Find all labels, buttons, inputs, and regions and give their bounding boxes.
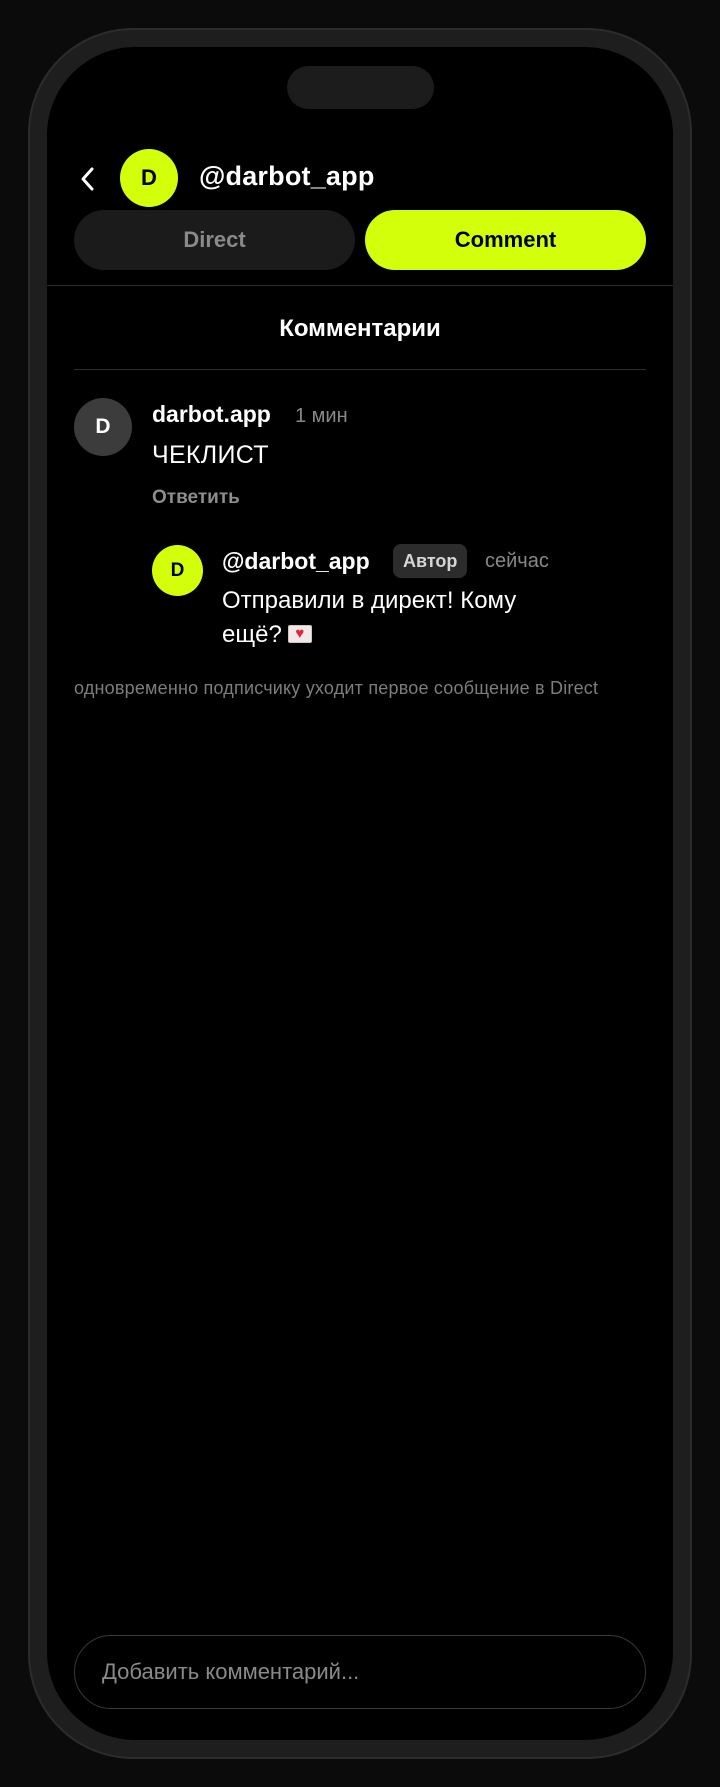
- profile-avatar[interactable]: D: [120, 149, 178, 207]
- reply-button[interactable]: Ответить: [152, 487, 240, 509]
- header-divider: [47, 285, 673, 286]
- phone-screen: D @darbot_app Direct Comment Комментарии…: [47, 47, 673, 1740]
- section-divider: [74, 369, 646, 370]
- chevron-left-icon: [81, 167, 94, 191]
- dynamic-island: [287, 66, 434, 109]
- comment-author[interactable]: darbot.app: [152, 401, 271, 428]
- mode-tabs: Direct Comment: [74, 210, 646, 270]
- comment-time: 1 мин: [295, 405, 348, 427]
- tab-direct[interactable]: Direct: [74, 210, 355, 270]
- reply-text-content: Отправили в директ! Кому ещё?: [222, 587, 517, 648]
- info-note: одновременно подписчику уходит первое со…: [74, 678, 599, 698]
- comment-text: ЧЕКЛИСТ: [152, 441, 269, 469]
- profile-handle[interactable]: @darbot_app: [199, 161, 375, 192]
- section-title: Комментарии: [279, 315, 441, 342]
- reply-avatar[interactable]: D: [152, 545, 203, 596]
- reply-author[interactable]: @darbot_app: [222, 548, 370, 575]
- tab-comment[interactable]: Comment: [365, 210, 646, 270]
- love-letter-icon: [287, 625, 312, 643]
- chat-header: D @darbot_app: [47, 147, 673, 211]
- back-button[interactable]: [73, 162, 103, 196]
- reply-time: сейчас: [485, 550, 549, 572]
- comment-input-placeholder: Добавить комментарий...: [102, 1659, 360, 1684]
- comment-input[interactable]: Добавить комментарий...: [74, 1635, 646, 1709]
- author-badge: Автор: [393, 544, 468, 578]
- comment-avatar[interactable]: D: [74, 398, 132, 456]
- reply-text: Отправили в директ! Кому ещё?: [222, 584, 582, 652]
